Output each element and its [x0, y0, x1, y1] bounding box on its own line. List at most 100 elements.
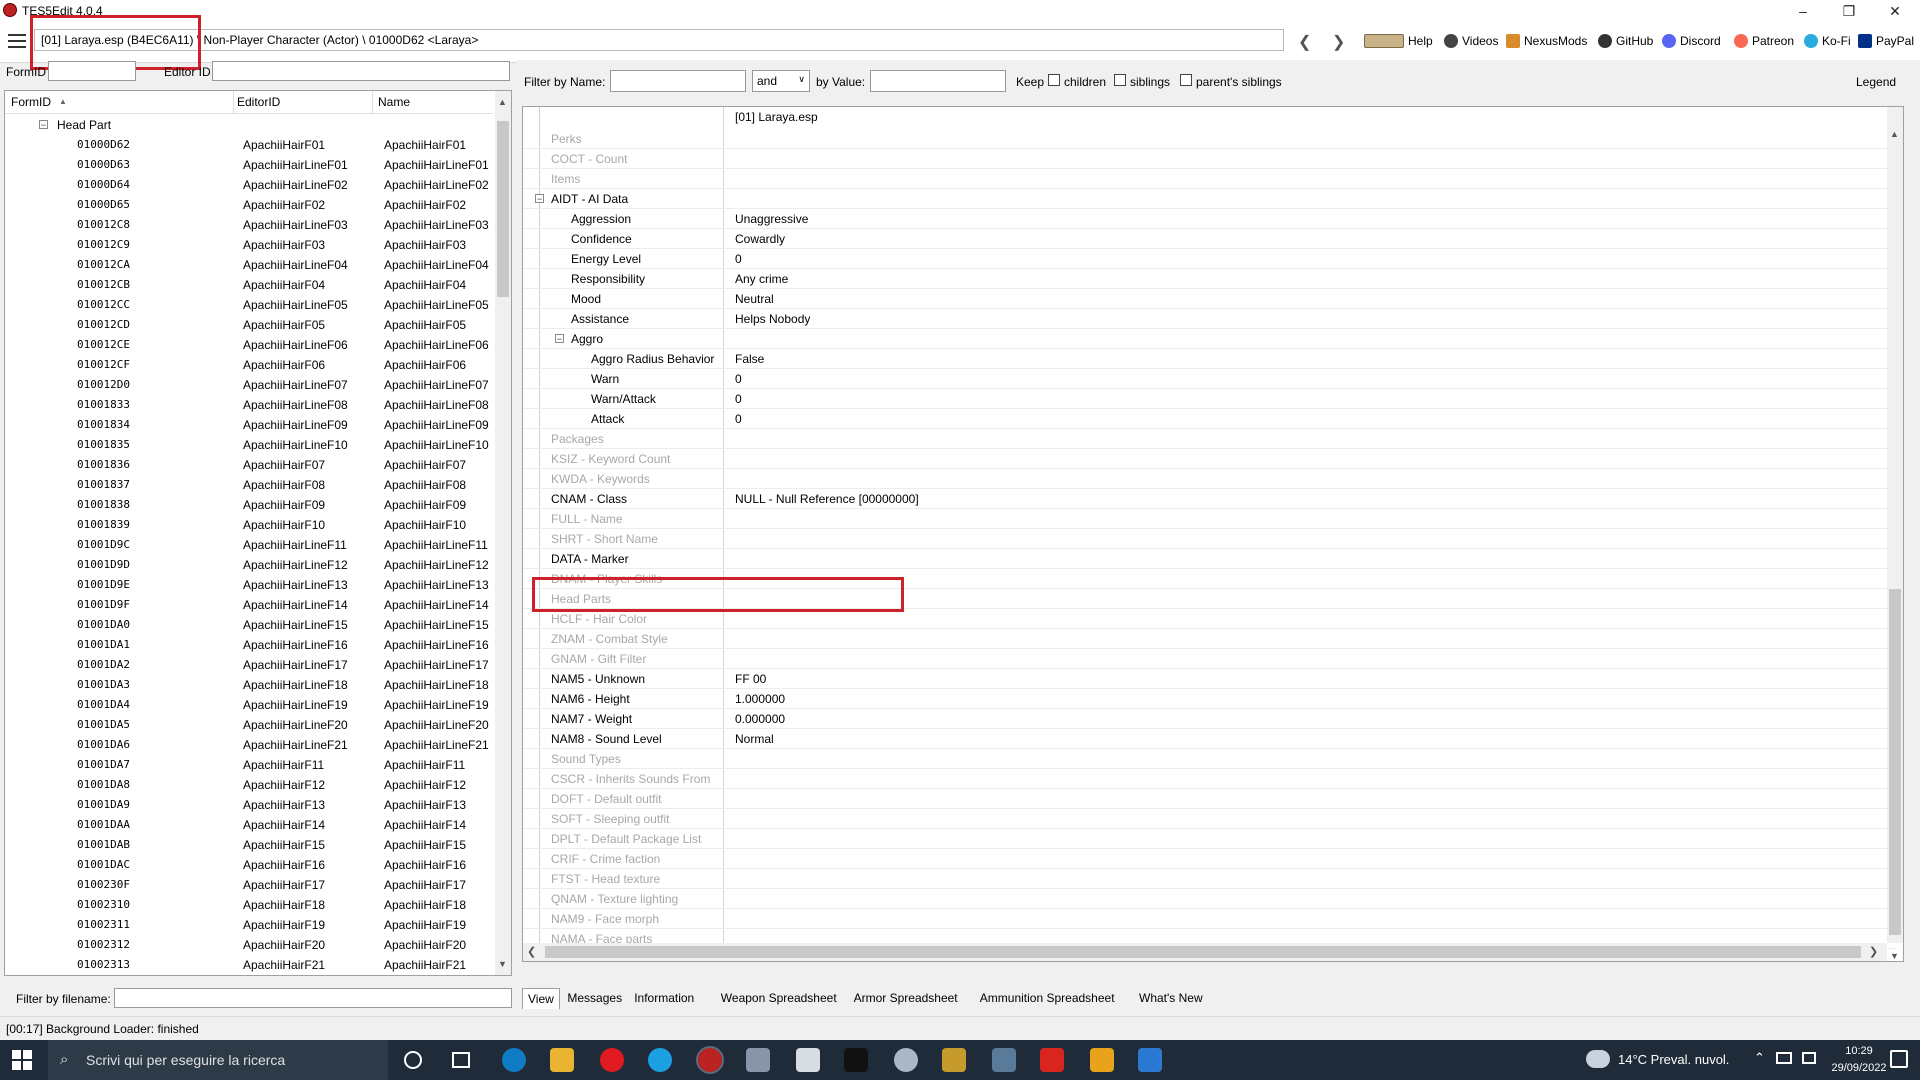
tree-row[interactable]: 010012C9 ApachiiHairF03 ApachiiHairF03 [5, 235, 493, 255]
windows-start-icon[interactable] [12, 1050, 32, 1070]
scroll-right-arrow-icon[interactable]: ❯ [1869, 945, 1878, 958]
record-field-row[interactable]: NAM9 - Face morph [523, 909, 1897, 929]
tree-row[interactable]: 01001D9C ApachiiHairLineF11 ApachiiHairLin… [5, 535, 493, 555]
tree-row[interactable]: 01001833 ApachiiHairLineF08 ApachiiHairLin… [5, 395, 493, 415]
tree-row[interactable]: 01001DA3 ApachiiHairLineF18 ApachiiHairLin… [5, 675, 493, 695]
grid-horizontal-scrollbar[interactable]: ❮ ❯ [523, 943, 1887, 961]
opera-icon[interactable] [600, 1048, 624, 1072]
record-field-row[interactable]: Mood Neutral [523, 289, 1897, 309]
tab-information[interactable]: Information [629, 988, 699, 1008]
tree-row[interactable]: 01001D9F ApachiiHairLineF14 ApachiiHairLin… [5, 595, 493, 615]
and-or-select[interactable]: and ∨ [752, 70, 810, 92]
tree-row[interactable]: 01001DA5 ApachiiHairLineF20 ApachiiHairLin… [5, 715, 493, 735]
tree-group-head-part[interactable]: − Head Part [5, 115, 493, 135]
cortana-icon[interactable] [404, 1051, 422, 1069]
record-field-row[interactable]: DPLT - Default Package List [523, 829, 1897, 849]
tab-weapon-spreadsheet[interactable]: Weapon Spreadsheet [716, 988, 842, 1008]
clock-date[interactable]: 29/09/2022 [1826, 1062, 1892, 1074]
record-field-row[interactable]: Attack 0 [523, 409, 1897, 429]
grid-hscroll-thumb[interactable] [545, 946, 1861, 958]
tab-ammunition-spreadsheet[interactable]: Ammunition Spreadsheet [975, 988, 1120, 1008]
tree-row[interactable]: 01001D9E ApachiiHairLineF13 ApachiiHairLin… [5, 575, 493, 595]
scroll-down-arrow-icon[interactable]: ▼ [1890, 951, 1899, 961]
tree-row[interactable]: 010012D0 ApachiiHairLineF07 ApachiiHairLin… [5, 375, 493, 395]
paypal-link[interactable]: PayPal [1858, 34, 1914, 48]
record-field-row[interactable]: Packages [523, 429, 1897, 449]
tree-scroll-thumb[interactable] [497, 121, 509, 297]
record-field-row[interactable]: COCT - Count [523, 149, 1897, 169]
network-icon[interactable] [1776, 1052, 1792, 1064]
record-path-field[interactable]: [01] Laraya.esp (B4EC6A11) \ Non-Player … [34, 29, 1284, 51]
discord-link[interactable]: Discord [1662, 34, 1721, 48]
tree-row[interactable]: 010012CF ApachiiHairF06 ApachiiHairF06 [5, 355, 493, 375]
record-field-row[interactable]: SHRT - Short Name [523, 529, 1897, 549]
parents-siblings-checkbox[interactable] [1180, 74, 1192, 86]
tree-row[interactable]: 01001836 ApachiiHairF07 ApachiiHairF07 [5, 455, 493, 475]
weather-text[interactable]: 14°C Preval. nuvol. [1618, 1052, 1729, 1067]
scroll-up-arrow-icon[interactable]: ▲ [1890, 129, 1899, 139]
tree-row[interactable]: 01001DA2 ApachiiHairLineF17 ApachiiHairLin… [5, 655, 493, 675]
record-field-row[interactable]: Confidence Cowardly [523, 229, 1897, 249]
record-field-row[interactable]: SOFT - Sleeping outfit [523, 809, 1897, 829]
app-icon-13[interactable] [1090, 1048, 1114, 1072]
tree-row[interactable]: 01001DA4 ApachiiHairLineF19 ApachiiHairLin… [5, 695, 493, 715]
minimize-button[interactable]: – [1780, 0, 1826, 22]
tab-armor-spreadsheet[interactable]: Armor Spreadsheet [849, 988, 963, 1008]
record-field-row[interactable]: Warn 0 [523, 369, 1897, 389]
tree-row[interactable]: 01002310 ApachiiHairF18 ApachiiHairF18 [5, 895, 493, 915]
tree-row[interactable]: 01001DAA ApachiiHairF14 ApachiiHairF14 [5, 815, 493, 835]
app-icon-8[interactable] [844, 1048, 868, 1072]
record-field-row[interactable]: Assistance Helps Nobody [523, 309, 1897, 329]
grid-vertical-scrollbar[interactable]: ▲ ▼ [1887, 107, 1903, 961]
tree-row[interactable]: 01000D65 ApachiiHairF02 ApachiiHairF02 [5, 195, 493, 215]
record-field-row[interactable]: HCLF - Hair Color [523, 609, 1897, 629]
chevron-up-icon[interactable]: ⌃ [1754, 1050, 1765, 1066]
record-field-row[interactable]: NAM8 - Sound Level Normal [523, 729, 1897, 749]
record-field-row[interactable]: ZNAM - Combat Style [523, 629, 1897, 649]
record-field-row[interactable]: Warn/Attack 0 [523, 389, 1897, 409]
tree-row[interactable]: 01001835 ApachiiHairLineF10 ApachiiHairLin… [5, 435, 493, 455]
record-field-row[interactable]: Sound Types [523, 749, 1897, 769]
formid-filter-input[interactable] [48, 61, 136, 81]
app-icon-10[interactable] [942, 1048, 966, 1072]
tree-row[interactable]: 01001DA7 ApachiiHairF11 ApachiiHairF11 [5, 755, 493, 775]
restore-button[interactable]: ❐ [1826, 0, 1872, 22]
app-icon-11[interactable] [992, 1048, 1016, 1072]
tes5edit-taskbar-icon[interactable] [696, 1046, 724, 1074]
tab-messages[interactable]: Messages [562, 988, 627, 1008]
value-filter-input[interactable] [870, 70, 1006, 92]
videos-link[interactable]: Videos [1444, 34, 1498, 48]
col-header-editorid[interactable]: EditorID [237, 95, 280, 109]
tree-row[interactable]: 010012CB ApachiiHairF04 ApachiiHairF04 [5, 275, 493, 295]
tree-row[interactable]: 010012C8 ApachiiHairLineF03 ApachiiHairLin… [5, 215, 493, 235]
record-tree[interactable]: FormID ▲ EditorID Name − Head Part 01000… [4, 90, 512, 976]
tree-row[interactable]: 01001DA8 ApachiiHairF12 ApachiiHairF12 [5, 775, 493, 795]
collapse-icon[interactable]: − [39, 120, 48, 130]
hamburger-menu-icon[interactable] [8, 34, 26, 48]
app-icon-7[interactable] [796, 1048, 820, 1072]
volume-icon[interactable] [1802, 1052, 1816, 1064]
record-field-row[interactable]: Energy Level 0 [523, 249, 1897, 269]
tree-scrollbar[interactable]: ▲ ▼ [495, 91, 511, 975]
collapse-icon[interactable]: − [535, 194, 544, 204]
forward-arrow-icon[interactable]: ❯ [1332, 32, 1345, 52]
record-field-row[interactable]: CNAM - Class NULL - Null Reference [00000… [523, 489, 1897, 509]
tree-row[interactable]: 01000D62 ApachiiHairF01 ApachiiHairF01 [5, 135, 493, 155]
tab-view[interactable]: View [522, 988, 560, 1009]
children-checkbox[interactable] [1048, 74, 1060, 86]
app-icon-6[interactable] [746, 1048, 770, 1072]
tree-row[interactable]: 010012CA ApachiiHairLineF04 ApachiiHairLin… [5, 255, 493, 275]
tree-row[interactable]: 01001DAC ApachiiHairF16 ApachiiHairF16 [5, 855, 493, 875]
tree-row[interactable]: 01002312 ApachiiHairF20 ApachiiHairF20 [5, 935, 493, 955]
github-link[interactable]: GitHub [1598, 34, 1653, 48]
column-divider[interactable] [233, 91, 234, 113]
record-field-row[interactable]: Responsibility Any crime [523, 269, 1897, 289]
edge-icon[interactable] [502, 1048, 526, 1072]
task-view-icon[interactable] [452, 1052, 470, 1068]
record-field-row[interactable]: Aggro Radius Behavior False [523, 349, 1897, 369]
record-field-row[interactable]: NAM6 - Height 1.000000 [523, 689, 1897, 709]
record-field-row[interactable]: DATA - Marker [523, 549, 1897, 569]
nexusmods-link[interactable]: NexusMods [1506, 34, 1587, 48]
record-field-row[interactable]: − Aggro [523, 329, 1897, 349]
record-field-row[interactable]: CSCR - Inherits Sounds From [523, 769, 1897, 789]
